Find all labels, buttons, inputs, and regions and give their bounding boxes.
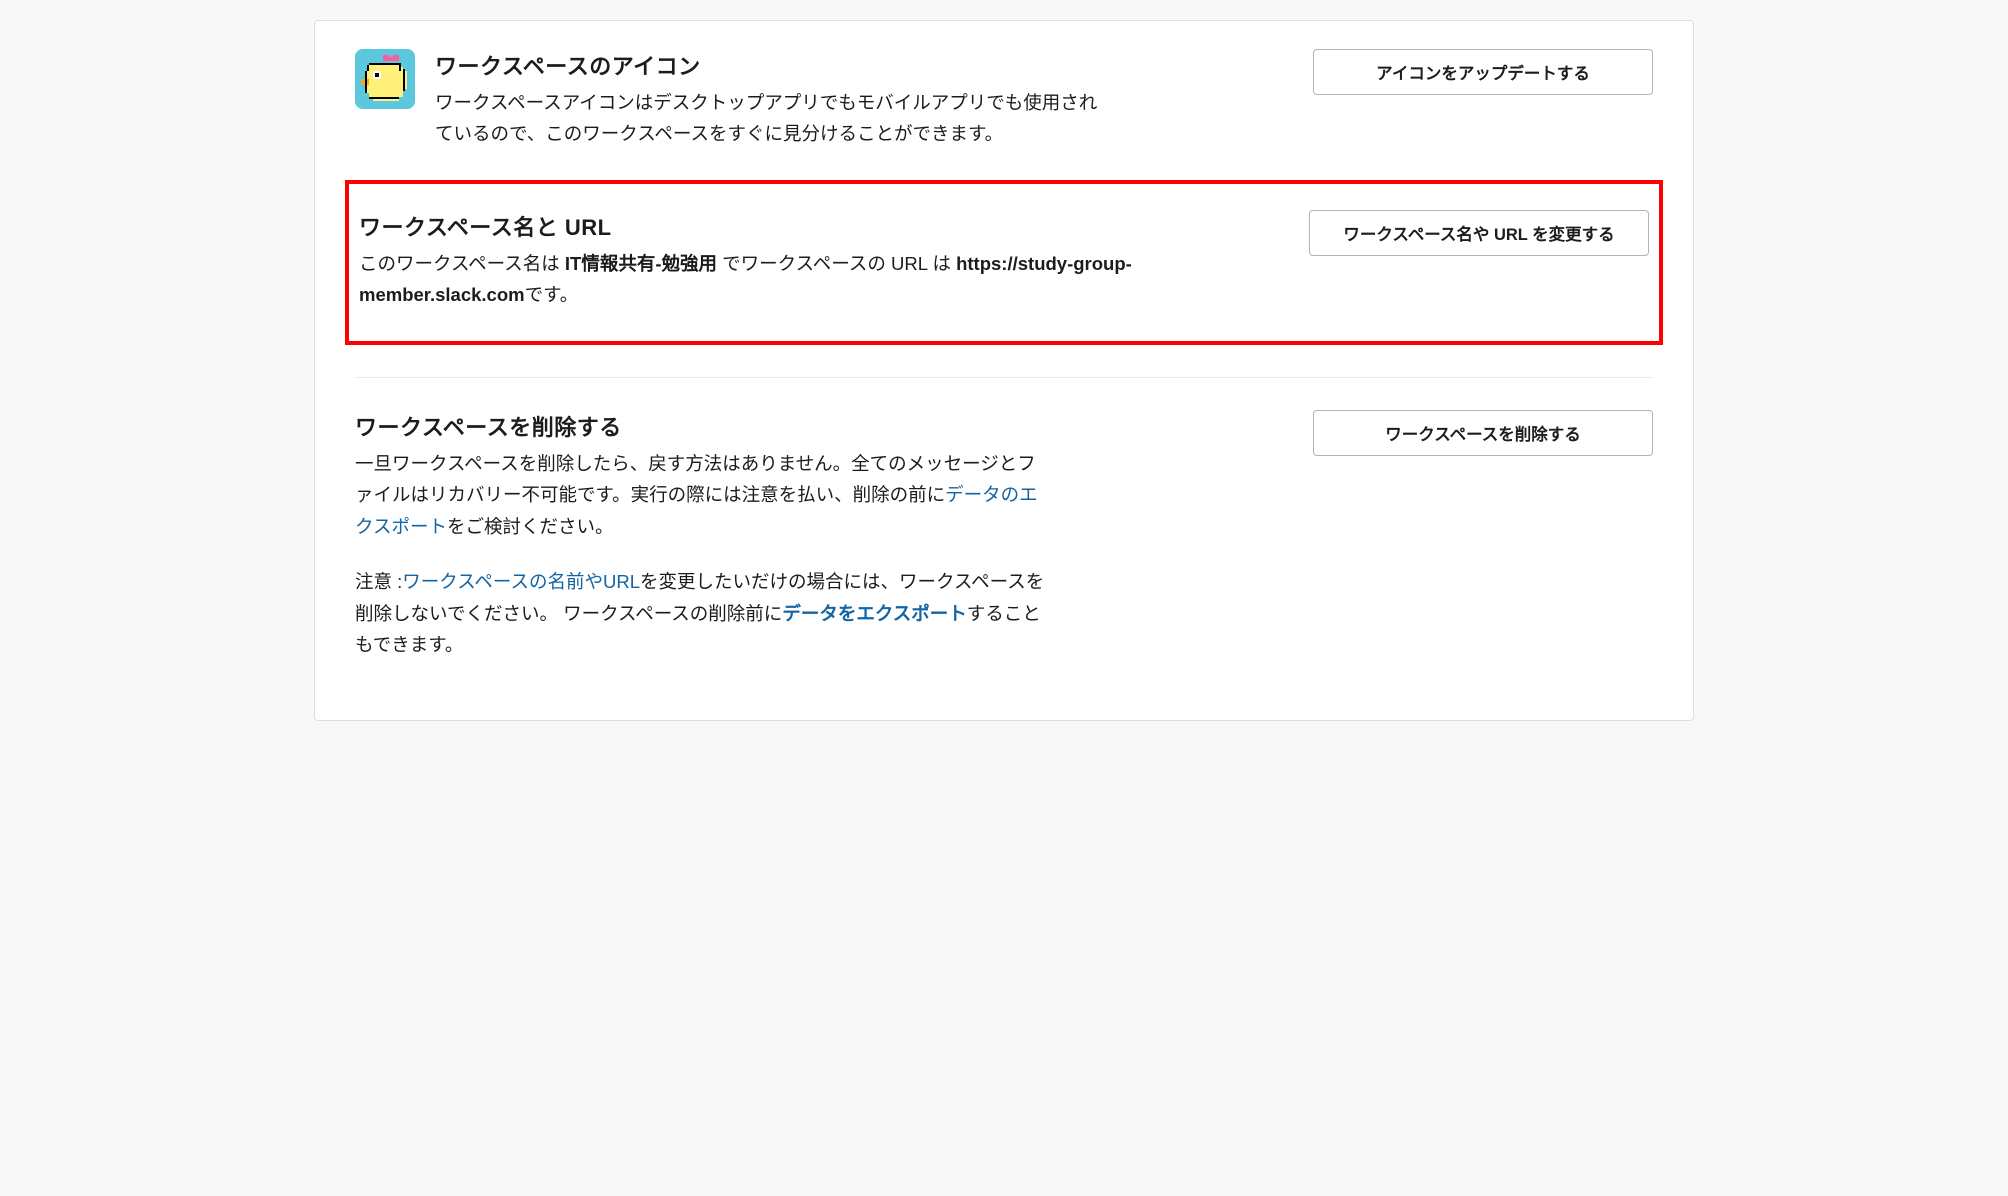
workspace-icon-section: ワークスペースのアイコン ワークスペースアイコンはデスクトップアプリでもモバイル… <box>315 49 1693 150</box>
update-icon-button[interactable]: アイコンをアップデートする <box>1313 49 1653 95</box>
icon-section-title: ワークスペースのアイコン <box>435 49 1115 81</box>
workspace-name-value: IT情報共有-勉強用 <box>565 253 717 274</box>
note-prefix: 注意 : <box>355 571 402 592</box>
delete-workspace-section: ワークスペースを削除する 一旦ワークスペースを削除したら、戻す方法はありません。… <box>315 410 1693 661</box>
change-name-url-link[interactable]: ワークスペースの名前やURL <box>402 571 640 592</box>
delete-desc-part2: をご検討ください。 <box>447 516 614 537</box>
export-data-link[interactable]: データをエクスポート <box>782 603 966 624</box>
delete-section-content: ワークスペースを削除する 一旦ワークスペースを削除したら、戻す方法はありません。… <box>355 410 1045 661</box>
change-name-url-button[interactable]: ワークスペース名や URL を変更する <box>1309 210 1649 256</box>
delete-note-paragraph: 注意 :ワークスペースの名前やURLを変更したいだけの場合には、ワークスペースを… <box>355 566 1045 660</box>
name-url-highlighted-section: ワークスペース名と URL このワークスペース名は IT情報共有-勉強用 でワー… <box>345 180 1663 345</box>
delete-section-description: 一旦ワークスペースを削除したら、戻す方法はありません。全てのメッセージとファイル… <box>355 448 1045 542</box>
name-url-section-title: ワークスペース名と URL <box>359 210 1279 242</box>
name-url-desc-suffix: です。 <box>525 284 579 305</box>
name-url-section-left: ワークスペース名と URL このワークスペース名は IT情報共有-勉強用 でワー… <box>359 210 1279 311</box>
settings-panel: ワークスペースのアイコン ワークスペースアイコンはデスクトップアプリでもモバイル… <box>314 20 1694 721</box>
delete-section-title: ワークスペースを削除する <box>355 410 1045 442</box>
name-url-section: ワークスペース名と URL このワークスペース名は IT情報共有-勉強用 でワー… <box>359 210 1649 311</box>
delete-section-left: ワークスペースを削除する 一旦ワークスペースを削除したら、戻す方法はありません。… <box>355 410 1045 661</box>
name-url-desc-mid: でワークスペースの URL は <box>717 253 956 274</box>
section-divider <box>355 377 1653 378</box>
icon-section-content: ワークスペースのアイコン ワークスペースアイコンはデスクトップアプリでもモバイル… <box>435 49 1115 150</box>
delete-desc-part1: 一旦ワークスペースを削除したら、戻す方法はありません。全てのメッセージとファイル… <box>355 453 1036 505</box>
name-url-section-description: このワークスペース名は IT情報共有-勉強用 でワークスペースの URL は h… <box>359 248 1279 311</box>
workspace-avatar-icon <box>355 49 415 109</box>
name-url-desc-prefix: このワークスペース名は <box>359 253 565 274</box>
icon-section-left: ワークスペースのアイコン ワークスペースアイコンはデスクトップアプリでもモバイル… <box>355 49 1115 150</box>
delete-workspace-button[interactable]: ワークスペースを削除する <box>1313 410 1653 456</box>
icon-section-description: ワークスペースアイコンはデスクトップアプリでもモバイルアプリでも使用されているの… <box>435 87 1115 150</box>
